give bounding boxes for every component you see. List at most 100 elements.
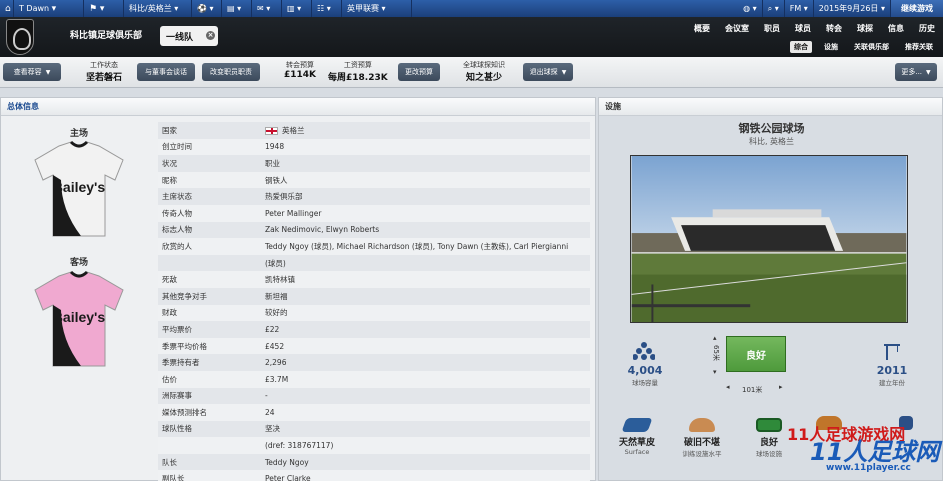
info-value: 热爱俱乐部 xyxy=(261,188,590,205)
cone-icon xyxy=(689,418,715,432)
info-key: 媒体预测排名 xyxy=(158,404,261,421)
info-value: 职业 xyxy=(261,155,590,172)
knowledge-value: 知之甚少 xyxy=(465,73,502,83)
nav-item-overview[interactable]: 概要 xyxy=(694,23,710,34)
job-status-label: 工作状态 xyxy=(90,61,118,69)
club-header: 科比镇足球俱乐部 一线队 × 概要 会议室 职员 球员 转会 球探 信息 历史 … xyxy=(0,17,943,57)
info-value[interactable]: Teddy Ngoy xyxy=(261,453,590,471)
training-value: 破旧不堪 xyxy=(683,438,720,448)
talk-board-button[interactable]: 与董事会谈话 xyxy=(137,63,195,81)
scouting-knowledge: 全球球探知识 知之甚少 xyxy=(463,60,505,83)
sub-nav: 综合 设施 关联俱乐部 推荐关联 xyxy=(790,41,937,53)
info-value: £22 xyxy=(261,321,590,338)
stats-icon[interactable]: ▥ ▾ xyxy=(282,0,312,17)
table-row: 其他竞争对手 新坦福 xyxy=(158,287,590,305)
info-key: 估价 xyxy=(158,370,261,388)
nav-item-players[interactable]: 球员 xyxy=(795,23,811,34)
manager-menu[interactable]: T Dawn ▾ xyxy=(14,0,84,17)
pitch-condition[interactable]: 良好 xyxy=(726,336,786,372)
table-row: 主席状态 热爱俱乐部 xyxy=(158,188,590,205)
info-key: 队长 xyxy=(158,453,261,471)
info-value[interactable]: Zak Nedimovic, Elwyn Roberts xyxy=(261,221,590,239)
info-value: (球员) xyxy=(261,254,590,272)
table-row: 洲际赛事 - xyxy=(158,387,590,405)
stadium-location: 科比, 英格兰 xyxy=(748,137,795,146)
wage-budget-value: 每周£18.23K xyxy=(328,73,388,83)
info-value[interactable]: Teddy Ngoy (球员), Michael Richardson (球员)… xyxy=(261,238,590,255)
nav-item-scouting[interactable]: 球探 xyxy=(857,23,873,34)
tab-general[interactable]: 综合 xyxy=(790,41,812,53)
league-tab[interactable]: 英甲联赛 ▾ xyxy=(342,0,412,17)
table-row: 平均票价 £22 xyxy=(158,321,590,338)
search-icon[interactable]: ⌕ ▾ xyxy=(763,0,785,17)
capacity-label: 球场容量 xyxy=(632,379,658,387)
capacity-stat: 4,004 球场容量 xyxy=(615,364,675,387)
scouting-icon[interactable]: ☷ ▾ xyxy=(312,0,342,17)
info-key: 副队长 xyxy=(158,470,261,481)
home-kit-sponsor: Bailey's xyxy=(53,179,106,195)
info-key xyxy=(158,437,261,454)
home-kit-shirt: Bailey's xyxy=(34,140,124,237)
tab-affiliates[interactable]: 关联俱乐部 xyxy=(850,41,893,53)
transfer-budget-value: £114K xyxy=(284,70,317,80)
info-value[interactable]: Peter Mallinger xyxy=(261,204,590,222)
job-status-value: 坚若磐石 xyxy=(86,73,123,83)
news-icon[interactable]: ✉ ▾ xyxy=(252,0,282,17)
info-key: 球队性格 xyxy=(158,420,261,438)
more-button[interactable]: 更多... ▼ xyxy=(895,63,937,81)
table-row: 标志人物 Zak Nedimovic, Elwyn Roberts xyxy=(158,221,590,239)
table-row: 国家 英格兰 xyxy=(158,122,590,139)
away-kit-shirt: Bailey's xyxy=(34,270,124,367)
stadium-name[interactable]: 钢铁公园球场 xyxy=(599,120,943,136)
club-name: 科比镇足球俱乐部 xyxy=(70,31,143,41)
pitch-icon xyxy=(756,418,782,432)
england-flag-icon xyxy=(265,126,278,135)
info-value[interactable]: 新坦福 xyxy=(261,287,590,305)
info-key: 标志人物 xyxy=(158,221,261,239)
club-history-icon[interactable]: ⚑ ▾ xyxy=(84,0,124,17)
info-key: 平均票价 xyxy=(158,321,261,338)
info-value: (dref: 318767117) xyxy=(261,437,590,454)
country-value[interactable]: 英格兰 xyxy=(282,126,305,135)
table-row: 死敌 凯特林镇 xyxy=(158,271,590,288)
nav-item-board[interactable]: 会议室 xyxy=(725,23,749,34)
chevron-down-icon: ▼ xyxy=(926,68,931,76)
info-key xyxy=(158,254,261,272)
info-key: 季票持有者 xyxy=(158,354,261,371)
squad-icon[interactable]: ⚽ ▾ xyxy=(192,0,222,17)
team-selector[interactable]: 一线队 × xyxy=(160,26,218,46)
nav-item-staff[interactable]: 职员 xyxy=(764,23,780,34)
capacity-value: 4,004 xyxy=(627,364,663,377)
main-nav: 概要 会议室 职员 球员 转会 球探 信息 历史 xyxy=(694,23,935,34)
arrow-right-icon: ▸ xyxy=(779,383,783,391)
date-display[interactable]: 2015年9月26日 ▾ xyxy=(814,0,891,17)
youth-label: 球场设施 xyxy=(756,450,782,458)
globe-icon[interactable]: ◍ ▾ xyxy=(738,0,763,17)
info-value: 1948 xyxy=(261,138,590,156)
continue-button[interactable]: 继续游戏 xyxy=(891,0,943,17)
table-row: 队长 Teddy Ngoy xyxy=(158,453,590,471)
view-profile-button[interactable]: 查看荐容 ▼ xyxy=(3,63,61,81)
calendar-icon[interactable]: ▤ ▾ xyxy=(222,0,252,17)
change-staff-button[interactable]: 改变职员职责 xyxy=(202,63,260,81)
built-year-value: 2011 xyxy=(876,364,908,377)
tab-recommended-affiliates[interactable]: 推荐关联 xyxy=(901,41,937,53)
club-tab-label: 科比/英格兰 xyxy=(129,4,172,13)
arrow-down-icon: ▾ xyxy=(713,368,717,376)
info-value[interactable]: 凯特林镇 xyxy=(261,271,590,288)
home-icon[interactable]: ⌂ xyxy=(0,0,14,17)
info-key: 季票平均价格 xyxy=(158,337,261,355)
withdraw-scouting-button[interactable]: 退出球探 ▼ xyxy=(523,63,573,81)
surface-label: Surface xyxy=(624,448,650,456)
nav-item-info[interactable]: 信息 xyxy=(888,23,904,34)
club-tab[interactable]: 科比/英格兰 ▾ xyxy=(124,0,192,17)
info-key: 传奇人物 xyxy=(158,204,261,222)
change-budget-button[interactable]: 更改预算 xyxy=(398,63,440,81)
fm-menu[interactable]: FM ▾ xyxy=(785,0,814,17)
nav-item-transfers[interactable]: 转会 xyxy=(826,23,842,34)
tab-facilities[interactable]: 设施 xyxy=(820,41,842,53)
close-icon[interactable]: × xyxy=(206,31,215,40)
info-value[interactable]: Peter Clarke xyxy=(261,470,590,481)
nav-item-history[interactable]: 历史 xyxy=(919,23,935,34)
info-key: 财政 xyxy=(158,304,261,322)
